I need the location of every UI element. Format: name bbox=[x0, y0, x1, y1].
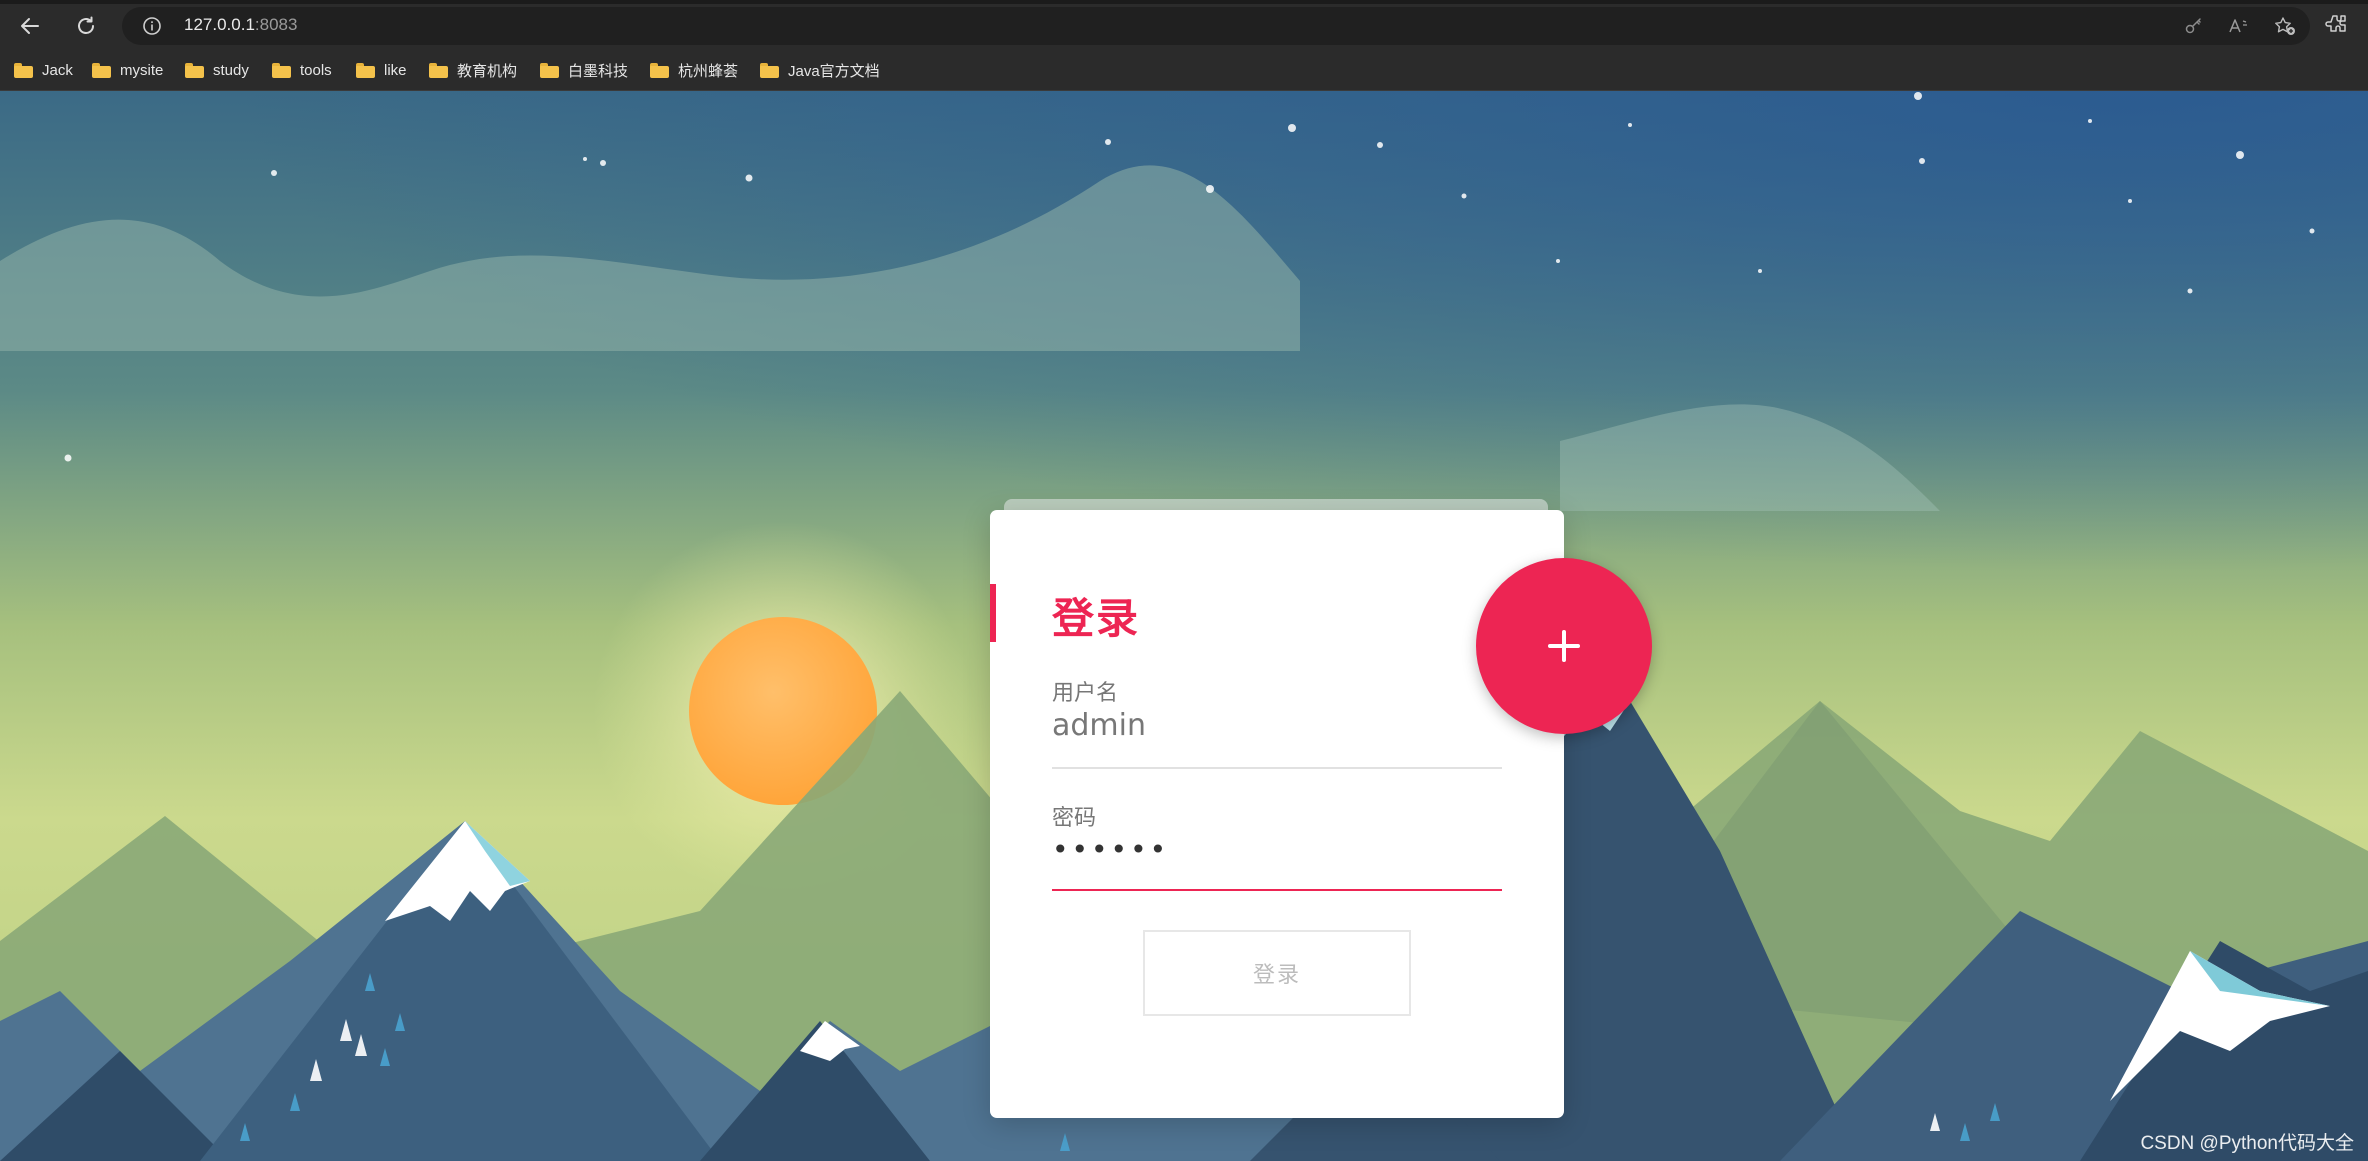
bookmark-folder[interactable]: study bbox=[185, 58, 249, 82]
back-icon[interactable] bbox=[16, 12, 44, 40]
login-button[interactable]: 登录 bbox=[1143, 930, 1411, 1016]
bookmark-label: Java官方文档 bbox=[788, 62, 880, 80]
plus-icon bbox=[1548, 630, 1580, 662]
bookmark-folder[interactable]: 白墨科技 bbox=[540, 58, 628, 82]
bookmark-folder[interactable]: mysite bbox=[92, 58, 163, 82]
url-text[interactable]: 127.0.0.1:8083 bbox=[184, 15, 297, 35]
title-accent-bar bbox=[990, 584, 996, 642]
bookmark-label: 白墨科技 bbox=[568, 62, 629, 80]
folder-icon bbox=[185, 62, 204, 78]
folder-icon bbox=[650, 62, 669, 78]
watermark: CSDN @Python代码大全 bbox=[2140, 1133, 2354, 1154]
register-toggle-button[interactable] bbox=[1476, 558, 1652, 734]
bookmark-folder[interactable]: 教育机构 bbox=[429, 58, 517, 82]
folder-icon bbox=[429, 62, 448, 78]
tab-strip-edge bbox=[0, 0, 2368, 4]
bookmark-folder[interactable]: like bbox=[356, 58, 407, 82]
password-underline bbox=[1052, 889, 1502, 891]
bookmark-label: like bbox=[384, 61, 407, 79]
folder-icon bbox=[356, 62, 375, 78]
page-viewport: 登录 用户名 admin 密码 •••••• 登录 CSDN @Python代码… bbox=[0, 91, 2368, 1161]
bookmark-label: tools bbox=[300, 61, 332, 79]
folder-icon bbox=[14, 62, 33, 78]
site-info-icon[interactable] bbox=[142, 16, 162, 36]
browser-toolbar: 127.0.0.1:8083 bbox=[0, 0, 2368, 50]
folder-icon bbox=[92, 62, 111, 78]
bookmark-folder[interactable]: Java官方文档 bbox=[760, 58, 880, 82]
bookmarks-bar: Jack mysite study tools like 教育机构 白墨科技 杭… bbox=[0, 50, 2368, 91]
extensions-icon[interactable] bbox=[2324, 12, 2350, 38]
refresh-icon[interactable] bbox=[72, 12, 100, 40]
password-input[interactable]: •••••• bbox=[1052, 833, 1169, 866]
bookmark-folder[interactable]: 杭州蜂荟 bbox=[650, 58, 738, 82]
folder-icon bbox=[760, 62, 779, 78]
address-bar[interactable]: 127.0.0.1:8083 bbox=[122, 7, 2310, 45]
address-bar-actions bbox=[2184, 16, 2296, 40]
username-label: 用户名 bbox=[1052, 681, 1119, 706]
password-label: 密码 bbox=[1052, 806, 1097, 831]
folder-icon bbox=[540, 62, 559, 78]
bookmark-label: Jack bbox=[42, 61, 73, 79]
bookmark-folder[interactable]: tools bbox=[272, 58, 332, 82]
login-card: 登录 用户名 admin 密码 •••••• 登录 bbox=[990, 510, 1564, 1118]
bookmark-label: 杭州蜂荟 bbox=[678, 62, 739, 80]
bookmark-folder[interactable]: Jack bbox=[14, 58, 73, 82]
read-aloud-icon[interactable] bbox=[2228, 16, 2250, 40]
favorite-add-icon[interactable] bbox=[2274, 16, 2296, 40]
folder-icon bbox=[272, 62, 291, 78]
bookmark-label: study bbox=[213, 61, 249, 79]
username-input[interactable]: admin bbox=[1052, 708, 1146, 743]
login-title: 登录 bbox=[1052, 594, 1141, 643]
url-host: 127.0.0.1 bbox=[184, 15, 255, 34]
bookmark-label: 教育机构 bbox=[457, 62, 518, 80]
bookmark-label: mysite bbox=[120, 61, 164, 79]
key-icon[interactable] bbox=[2184, 16, 2204, 40]
username-underline bbox=[1052, 767, 1502, 769]
url-port: :8083 bbox=[254, 15, 298, 34]
